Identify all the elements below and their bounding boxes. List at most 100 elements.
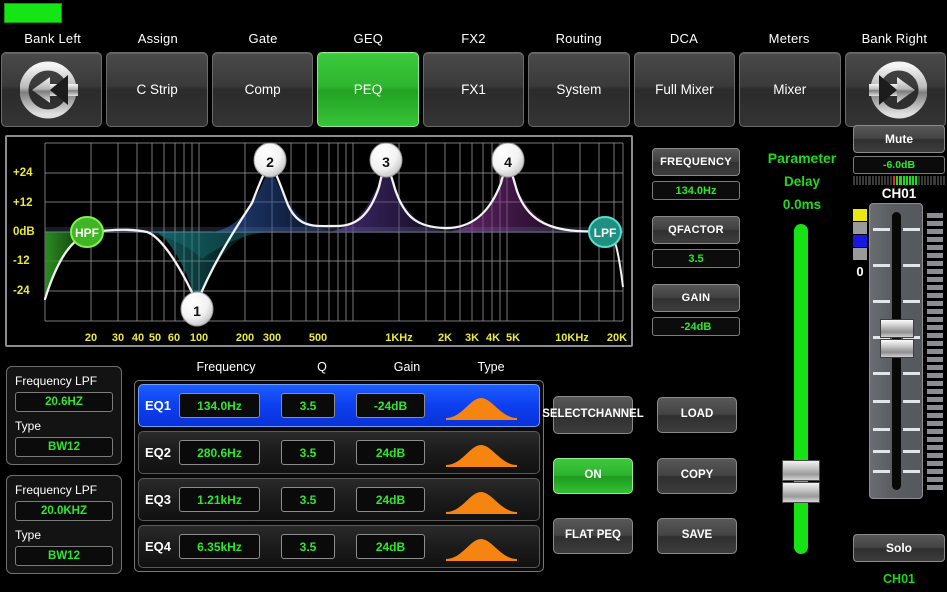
eq-row-gain[interactable]: -24dB [356,393,425,418]
eq-row-q[interactable]: 3.5 [281,487,335,512]
meter-seg-green [906,176,908,185]
eq-row-gain[interactable]: 24dB [356,440,425,465]
tab-label-geq: GEQ [316,28,421,50]
eq-row-name: EQ4 [145,539,179,554]
eq-row-type[interactable] [443,438,520,468]
tab-c-strip[interactable]: C Strip [106,52,207,127]
chip-blue [853,235,867,247]
meter-seg-green [896,176,898,185]
knob-half-top [782,460,820,481]
copy-button[interactable]: COPY [657,458,737,494]
parameter-value: 0.0ms [756,197,848,212]
tab-label-row: Bank Left Assign Gate GEQ FX2 Routing DC… [0,28,947,50]
eq-row-frequency[interactable]: 280.6Hz [179,440,260,465]
eq-response-graph[interactable]: HPF LPF 1 2 3 4 [5,135,633,347]
qfactor-group: QFACTOR 3.5 [652,216,740,268]
channel-fader-body[interactable] [869,203,923,499]
hpf-panel: Frequency LPF 20.6HZ Type BW12 [6,366,122,465]
meter-seg-green [899,176,901,185]
meter-seg [933,176,935,185]
eq-node-2: 2 [254,143,286,177]
tab-comp[interactable]: Comp [212,52,313,127]
eq-row-frequency[interactable]: 1.21kHz [179,487,260,512]
header-gain: Gain [394,360,420,374]
meter-seg [862,176,864,185]
frequency-value[interactable]: 134.0Hz [652,181,740,200]
solo-button[interactable]: Solo [853,534,945,562]
fader-scale-ladder [927,213,943,493]
eq-row-type[interactable] [443,391,520,421]
bell-curve-icon [444,440,519,468]
eq-row-gain[interactable]: 24dB [356,534,425,559]
eq-row-type[interactable] [443,485,520,515]
svg-text:3: 3 [382,154,390,170]
x-tick-10k: 10KHz [555,332,589,344]
eq-row-frequency[interactable]: 6.35kHz [179,534,260,559]
gain-group: GAIN -24dB [652,284,740,336]
eq-row-q[interactable]: 3.5 [281,440,335,465]
lpf-type-value[interactable]: BW12 [15,546,113,566]
fader-knob-top [880,319,914,338]
qfactor-button[interactable]: QFACTOR [652,216,740,244]
flat-peq-button[interactable]: FLAT PEQ [553,518,633,554]
table-row[interactable]: EQ4 6.35kHz 3.5 24dB [138,525,540,568]
channel-name-bottom: CH01 [853,572,945,586]
eq-row-q[interactable]: 3.5 [281,393,335,418]
eq-row-type[interactable] [443,532,520,562]
graph-x-axis: 20 30 40 50 60 100 200 300 500 1KHz 2K 3… [7,328,631,344]
meter-seg [868,176,870,185]
bank-left-button[interactable] [1,52,102,127]
meter-seg [921,176,923,185]
eq-node-4: 4 [492,143,524,177]
tab-full-mixer[interactable]: Full Mixer [634,52,735,127]
parameter-fader-knob[interactable] [782,460,820,504]
x-tick-100: 100 [190,332,208,344]
table-row[interactable]: EQ1 134.0Hz 3.5 -24dB [138,384,540,427]
channel-fader-knob[interactable] [880,319,914,359]
save-button[interactable]: SAVE [657,518,737,554]
x-tick-60: 60 [168,332,180,344]
hpf-type-value[interactable]: BW12 [15,437,113,457]
gain-value[interactable]: -24dB [652,317,740,336]
meter-seg [878,176,880,185]
mute-button[interactable]: Mute [853,125,945,153]
eq-node-3: 3 [370,143,402,177]
eq-row-gain[interactable]: 24dB [356,487,425,512]
meter-seg-green [903,176,905,185]
peq-screen: Bank Left Assign Gate GEQ FX2 Routing DC… [0,0,947,592]
eq-row-frequency[interactable]: 134.0Hz [179,393,260,418]
y-tick-12n: -12 [13,255,30,267]
load-button[interactable]: LOAD [657,397,737,433]
x-tick-3k: 3K [465,332,479,344]
select-channel-line1: SELECT [542,408,587,421]
tab-mixer[interactable]: Mixer [739,52,840,127]
parameter-title: Parameter [756,150,848,166]
tab-fx1[interactable]: FX1 [423,52,524,127]
meter-seg [853,176,855,185]
table-row[interactable]: EQ3 1.21kHz 3.5 24dB [138,478,540,521]
hpf-frequency-value[interactable]: 20.6HZ [15,392,113,412]
tab-system[interactable]: System [528,52,629,127]
header-q: Q [317,360,327,374]
frequency-button[interactable]: FREQUENCY [652,148,740,176]
qfactor-value[interactable]: 3.5 [652,249,740,268]
bank-right-button[interactable] [845,52,946,127]
table-row[interactable]: EQ2 280.6Hz 3.5 24dB [138,431,540,474]
meter-seg-green [912,176,914,185]
parameter-fader-track[interactable] [794,224,808,554]
select-channel-button[interactable]: SELECT CHANNEL [553,396,633,434]
lpf-panel: Frequency LPF 20.0KHZ Type BW12 [6,475,122,574]
x-tick-30: 30 [112,332,124,344]
gain-button[interactable]: GAIN [652,284,740,312]
lpf-type-label: Type [15,528,113,542]
lpf-frequency-value[interactable]: 20.0KHZ [15,501,113,521]
eq-curve-canvas[interactable]: HPF LPF 1 2 3 4 [7,137,631,345]
x-tick-5k: 5K [506,332,520,344]
channel-name-top: CH01 [853,186,945,201]
eq-row-q[interactable]: 3.5 [281,534,335,559]
parameter-button-column: FREQUENCY 134.0Hz QFACTOR 3.5 GAIN -24dB [652,148,740,352]
tab-peq[interactable]: PEQ [317,52,418,127]
svg-text:4: 4 [504,154,512,170]
channel-meter [853,176,945,185]
peq-on-button[interactable]: ON [553,458,633,494]
